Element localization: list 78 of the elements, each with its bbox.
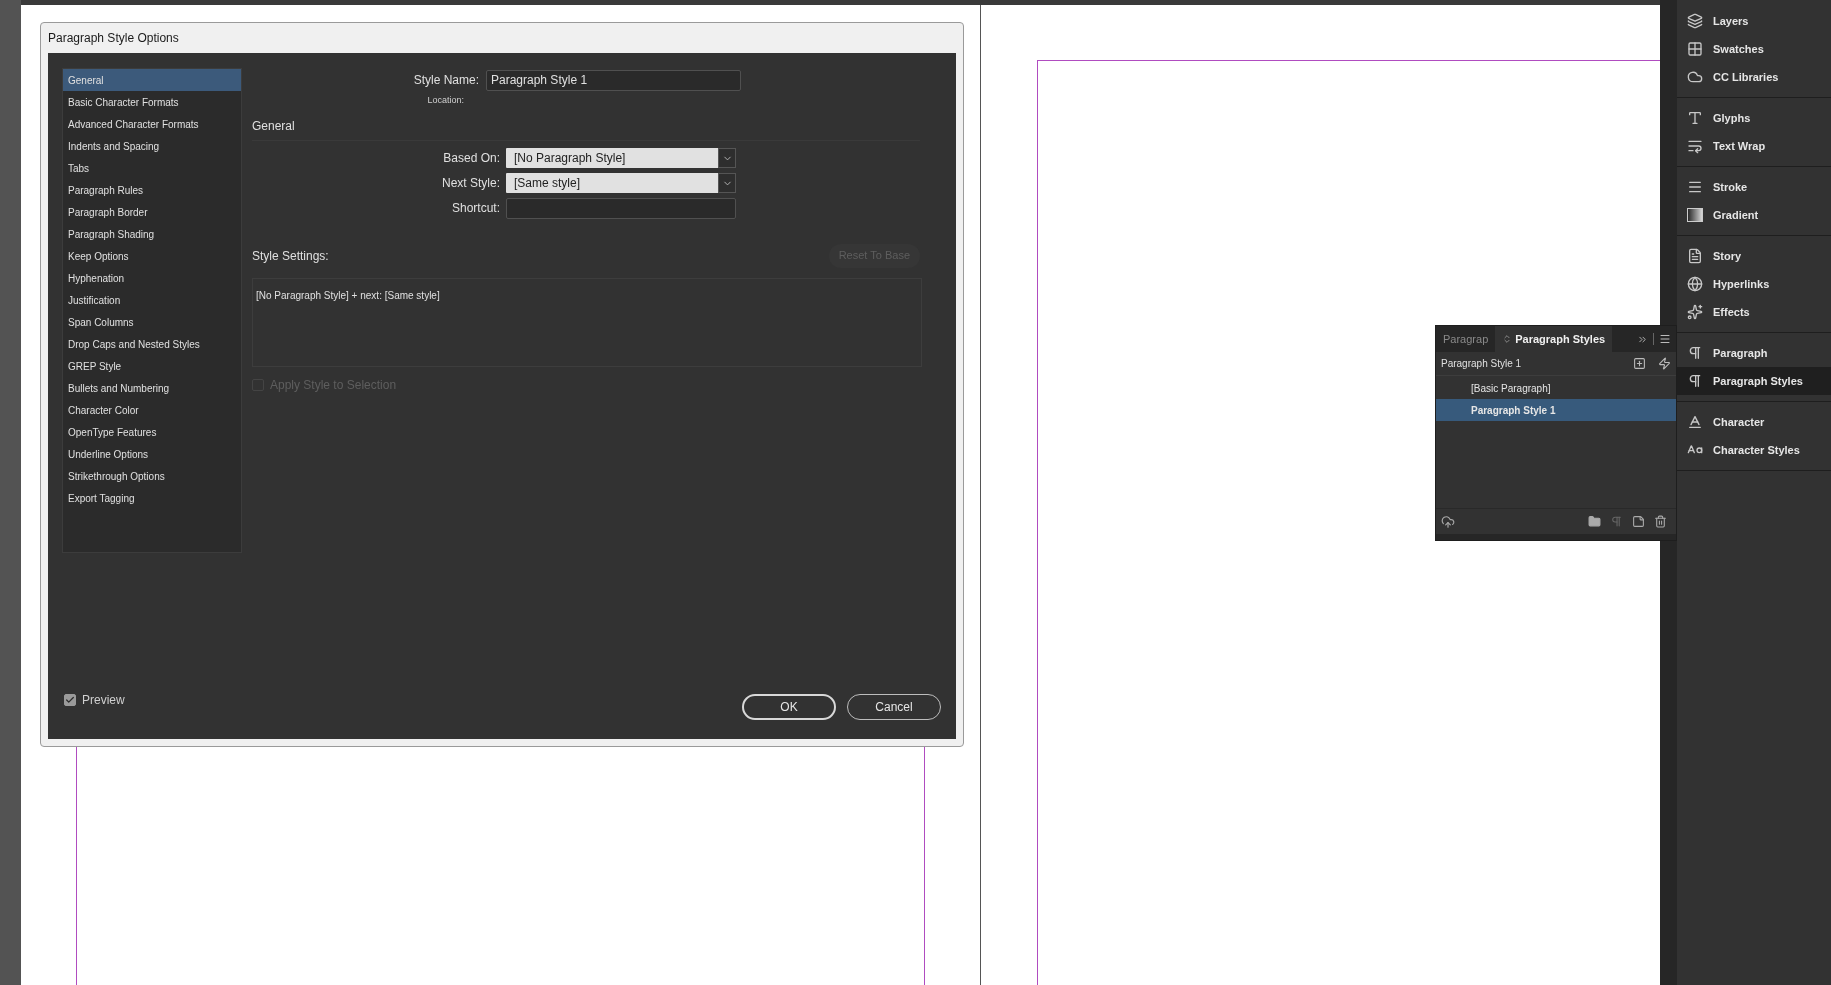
- category-item[interactable]: Paragraph Border: [63, 201, 241, 223]
- category-item[interactable]: Advanced Character Formats: [63, 113, 241, 135]
- panel-tab[interactable]: Paragraph Styles: [1495, 326, 1613, 352]
- category-item[interactable]: OpenType Features: [63, 421, 241, 443]
- category-item[interactable]: Drop Caps and Nested Styles: [63, 333, 241, 355]
- sort-icon: [1502, 334, 1513, 344]
- panel-tab[interactable]: Paragrap: [1436, 326, 1496, 352]
- window-title: Paragraph Style Options: [48, 30, 180, 47]
- category-item[interactable]: Bullets and Numbering: [63, 377, 241, 399]
- dock-panel-button[interactable]: Character Styles: [1677, 436, 1831, 464]
- cloud-upload-icon[interactable]: [1441, 514, 1455, 529]
- style-name-field[interactable]: Paragraph Style 1: [486, 69, 741, 91]
- lightning-icon[interactable]: [1658, 357, 1671, 370]
- dock-panel-button[interactable]: Gradient: [1677, 201, 1831, 229]
- dock-panel-button[interactable]: Glyphs: [1677, 104, 1831, 132]
- category-item[interactable]: Basic Character Formats: [63, 91, 241, 113]
- category-item[interactable]: Tabs: [63, 157, 241, 179]
- layers-icon: [1687, 13, 1703, 29]
- category-item[interactable]: Paragraph Rules: [63, 179, 241, 201]
- document-icon: [1687, 248, 1703, 264]
- checkbox-label: Preview: [82, 692, 125, 709]
- dock-panel-button[interactable]: Paragraph Styles: [1677, 367, 1831, 395]
- dock-panel-button[interactable]: Stroke: [1677, 173, 1831, 201]
- pilcrow-icon: [1687, 345, 1703, 361]
- category-item[interactable]: Strikethrough Options: [63, 465, 241, 487]
- dropdown[interactable]: [Same style]: [506, 173, 736, 193]
- category-item[interactable]: Underline Options: [63, 443, 241, 465]
- dialog-button[interactable]: OK: [742, 694, 836, 720]
- dock-panel-button[interactable]: Character: [1677, 408, 1831, 436]
- location-label: Location:: [426, 94, 464, 107]
- category-item[interactable]: GREP Style: [63, 355, 241, 377]
- dock-panel-button[interactable]: Swatches: [1677, 35, 1831, 63]
- field-label: Shortcut:: [450, 200, 501, 217]
- category-item[interactable]: Justification: [63, 289, 241, 311]
- current-style-name: Paragraph Style 1: [1441, 357, 1523, 371]
- sparkles-icon: [1687, 304, 1703, 320]
- text-wrap-icon: [1687, 138, 1703, 154]
- section-title: General: [252, 117, 296, 135]
- category-item[interactable]: Span Columns: [63, 311, 241, 333]
- dock-panel-button[interactable]: Text Wrap: [1677, 132, 1831, 160]
- checkbox[interactable]: [64, 694, 76, 706]
- field-label: Next Style:: [440, 175, 501, 192]
- new-style-icon[interactable]: [1632, 515, 1645, 528]
- dock-panel-button[interactable]: CC Libraries: [1677, 63, 1831, 91]
- stroke-icon: [1687, 179, 1703, 195]
- dropdown-value: [No Paragraph Style]: [513, 150, 627, 167]
- shortcut-field[interactable]: [506, 197, 736, 219]
- field-label: Based On:: [442, 150, 501, 167]
- globe-icon: [1687, 276, 1703, 292]
- dock-panel-button[interactable]: Layers: [1677, 7, 1831, 35]
- trash-icon[interactable]: [1654, 515, 1667, 528]
- style-list-item[interactable]: [Basic Paragraph]: [1436, 377, 1676, 399]
- style-settings-text: [No Paragraph Style] + next: [Same style]: [256, 289, 440, 301]
- style-settings-label: Style Settings:: [252, 247, 329, 265]
- folder-icon[interactable]: [1588, 515, 1601, 528]
- plus-square-icon[interactable]: [1633, 357, 1646, 370]
- gradient-icon: [1687, 208, 1703, 222]
- dock-panel-button[interactable]: Story: [1677, 242, 1831, 270]
- field-label: Style Name:: [412, 72, 480, 89]
- dock-panel-button[interactable]: Effects: [1677, 298, 1831, 326]
- category-item[interactable]: Export Tagging: [63, 487, 241, 509]
- cloud-icon: [1687, 69, 1703, 85]
- dropdown[interactable]: [No Paragraph Style]: [506, 148, 736, 168]
- dock-panel-button[interactable]: Hyperlinks: [1677, 270, 1831, 298]
- category-item[interactable]: Character Color: [63, 399, 241, 421]
- dock-panel-button[interactable]: Paragraph: [1677, 339, 1831, 367]
- category-item[interactable]: Keep Options: [63, 245, 241, 267]
- category-item[interactable]: General: [63, 69, 241, 91]
- category-item[interactable]: Paragraph Shading: [63, 223, 241, 245]
- character-icon: [1687, 414, 1703, 430]
- glyphs-icon: [1687, 110, 1703, 126]
- style-list-item[interactable]: Paragraph Style 1: [1436, 399, 1676, 421]
- grid-icon: [1687, 41, 1703, 57]
- pilcrow-icon: [1687, 373, 1703, 389]
- category-item[interactable]: Indents and Spacing: [63, 135, 241, 157]
- dropdown-value: [Same style]: [513, 175, 582, 192]
- category-item[interactable]: Hyphenation: [63, 267, 241, 289]
- menu-icon[interactable]: [1659, 333, 1671, 345]
